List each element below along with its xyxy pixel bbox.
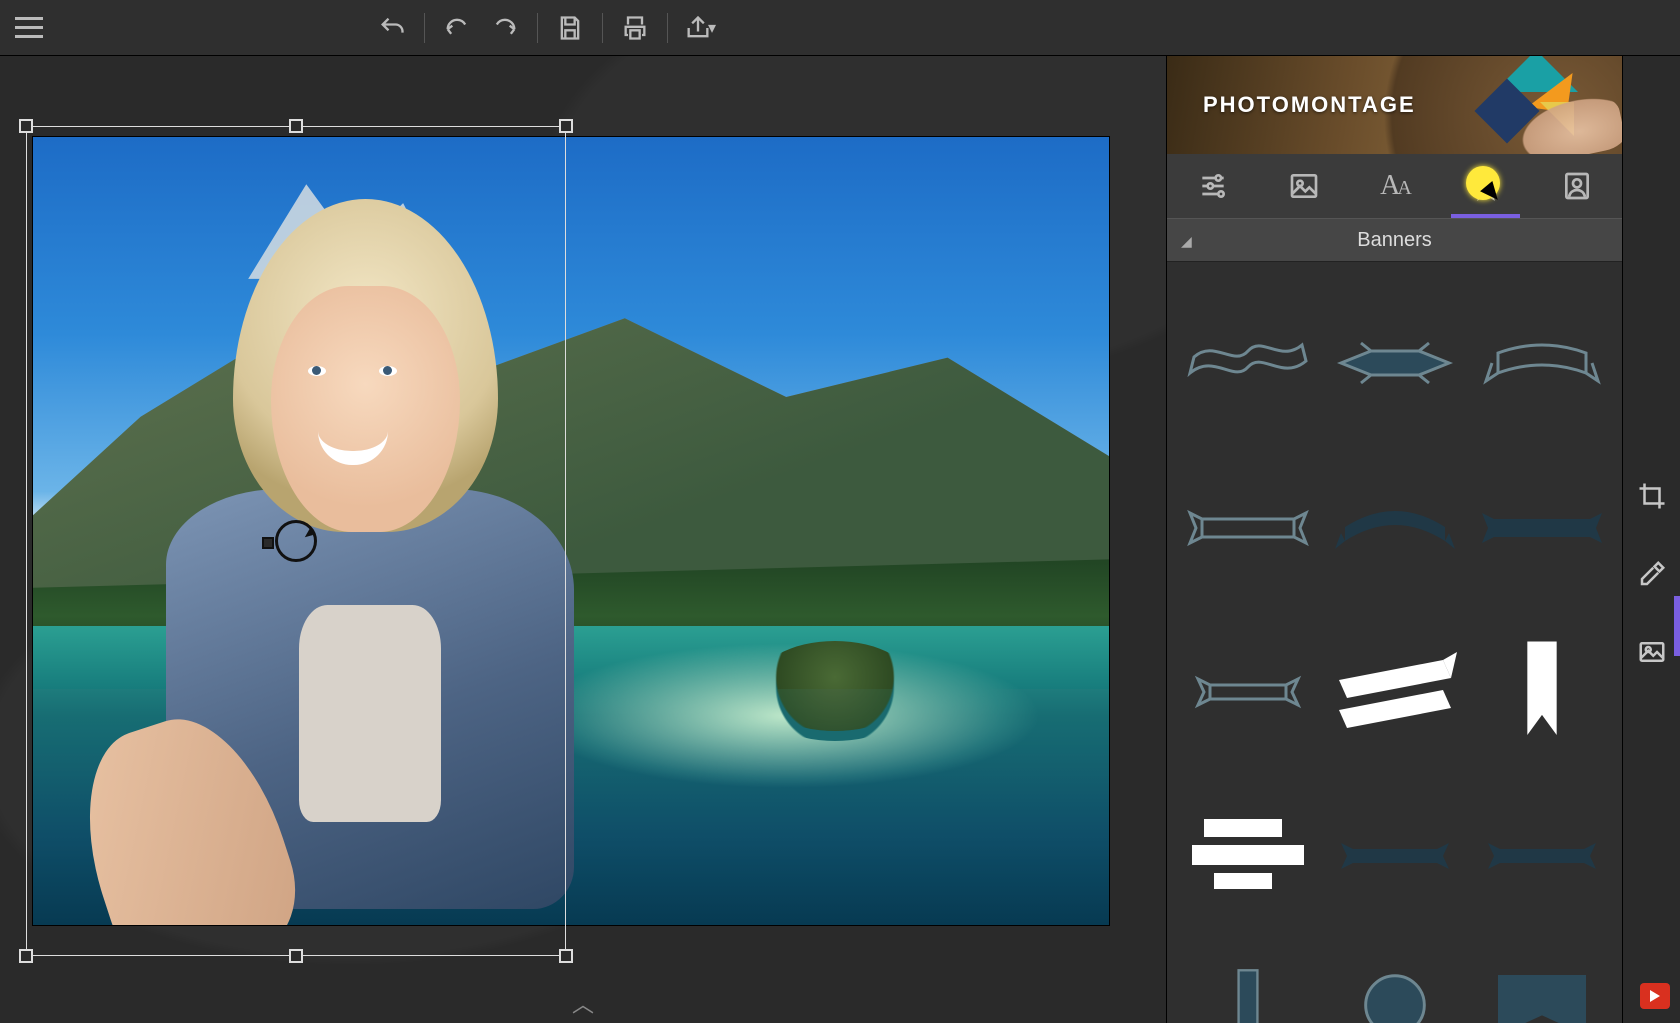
image-icon [1288,170,1320,202]
print-button[interactable] [611,4,659,52]
asset-ribbon-tiny-solid-1[interactable] [1324,780,1465,930]
eyedropper-icon [1637,559,1667,589]
assets-grid [1167,262,1622,1023]
asset-ribbon-stack-solid[interactable] [1177,780,1318,930]
asset-ribbon-roll-outline[interactable] [1471,288,1612,438]
save-button[interactable] [546,4,594,52]
redo-back-icon [443,14,471,42]
asset-ribbon-arc-solid[interactable] [1324,452,1465,602]
top-toolbar: ▾ [0,0,1680,56]
panel-tabs: AA [1167,154,1622,218]
collapse-caret-icon: ◢ [1181,233,1192,250]
asset-bookmark-solid[interactable] [1471,616,1612,766]
text-aa-icon: AA [1380,170,1409,202]
panel-title: PHOTOMONTAGE [1203,92,1416,118]
menu-button[interactable] [10,9,48,47]
asset-ribbon-flat-outline[interactable] [1177,452,1318,602]
crop-button[interactable] [1632,476,1672,516]
eyedropper-button[interactable] [1632,554,1672,594]
tab-portrait[interactable] [1531,154,1622,218]
toolbar-group: ▾ [368,4,724,52]
redo-forward-button[interactable] [481,4,529,52]
share-button[interactable]: ▾ [676,4,724,52]
save-icon [556,14,584,42]
tab-text[interactable]: AA [1349,154,1440,218]
expand-chevron-icon[interactable]: ︿ [572,987,594,1019]
separator [602,13,603,43]
edited-photo[interactable] [32,136,1110,926]
undo-button[interactable] [368,4,416,52]
undo-icon [378,14,406,42]
tab-image[interactable] [1258,154,1349,218]
asset-ribbon-straight-solid[interactable] [1471,452,1612,602]
portrait-icon [1561,170,1593,202]
play-button[interactable] [1640,983,1670,1009]
foreground-person [119,184,592,909]
photo-wrapper [32,136,1110,926]
main: ︿ PHOTOMONTAGE AA [0,56,1680,1023]
asset-ribbon-rhombus[interactable] [1324,288,1465,438]
separator [667,13,668,43]
separator [424,13,425,43]
section-header[interactable]: ◢ Banners [1167,218,1622,262]
canvas-area[interactable]: ︿ [0,56,1166,1023]
asset-ribbon-small-outline[interactable] [1177,616,1318,766]
tool-rail [1622,56,1680,1023]
rail-active-indicator [1674,596,1680,656]
asset-ribbon-tiny-solid-2[interactable] [1471,780,1612,930]
tab-shapes[interactable] [1440,154,1531,218]
panel-header: PHOTOMONTAGE [1167,56,1622,154]
asset-ribbon-wave-outline[interactable] [1177,288,1318,438]
separator [537,13,538,43]
sliders-icon [1197,170,1229,202]
redo-back-button[interactable] [433,4,481,52]
tab-adjust[interactable] [1167,154,1258,218]
side-panel: PHOTOMONTAGE AA [1166,56,1622,1023]
rail-image-button[interactable] [1632,632,1672,672]
section-title: Banners [1357,229,1432,252]
redo-forward-icon [491,14,519,42]
asset-ribbon-diagonal-double[interactable] [1324,616,1465,766]
print-icon [621,14,649,42]
image-icon [1637,637,1667,667]
asset-badge-column[interactable] [1177,944,1318,1023]
asset-flag-pennant[interactable] [1471,944,1612,1023]
crop-icon [1637,481,1667,511]
asset-badge-medal[interactable] [1324,944,1465,1023]
chevron-down-icon: ▾ [708,18,716,38]
